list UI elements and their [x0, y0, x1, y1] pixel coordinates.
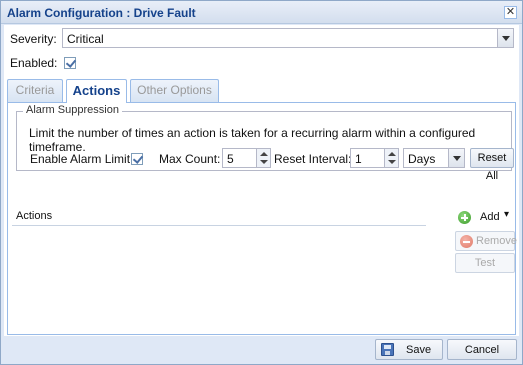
- reset-interval-stepper[interactable]: 1: [350, 148, 399, 168]
- actions-list-header: Actions: [12, 210, 426, 226]
- arrow-up-icon[interactable]: [260, 152, 268, 156]
- actions-header-label: Actions: [16, 210, 53, 222]
- arrow-down-icon[interactable]: [388, 160, 396, 164]
- enable-alarm-limit-label: Enable Alarm Limit:: [30, 152, 134, 166]
- save-icon: [381, 343, 394, 356]
- dialog-body: Severity: Critical Enabled: Criteria Act…: [4, 25, 519, 336]
- arrow-up-icon[interactable]: [388, 152, 396, 156]
- add-icon[interactable]: [458, 211, 471, 224]
- chevron-down-icon[interactable]: [448, 149, 464, 167]
- title-bar[interactable]: Alarm Configuration : Drive Fault ✕: [1, 1, 522, 24]
- tab-actions[interactable]: Actions: [66, 79, 127, 103]
- tab-strip: Criteria Actions Other Options: [7, 79, 516, 103]
- severity-select[interactable]: Critical: [62, 28, 514, 48]
- interval-unit-select[interactable]: Days: [403, 148, 465, 168]
- reset-interval-label: Reset Interval:: [274, 152, 352, 166]
- reset-interval-value: 1: [355, 152, 362, 166]
- max-count-label: Max Count:: [159, 152, 221, 166]
- severity-label: Severity:: [10, 32, 57, 46]
- save-button[interactable]: Save: [375, 339, 443, 360]
- enabled-checkbox[interactable]: [64, 57, 76, 69]
- reset-interval-arrows[interactable]: [384, 149, 398, 167]
- save-label: Save: [406, 344, 432, 356]
- chevron-down-icon[interactable]: [497, 29, 513, 47]
- cancel-button[interactable]: Cancel: [447, 339, 517, 360]
- alarm-suppression-legend: Alarm Suppression: [23, 104, 122, 116]
- arrow-down-icon[interactable]: [260, 160, 268, 164]
- severity-value: Critical: [67, 32, 104, 46]
- remove-label: Remove: [476, 235, 517, 247]
- reset-all-button[interactable]: Reset All: [470, 148, 514, 182]
- enable-alarm-limit-checkbox[interactable]: [131, 153, 143, 165]
- interval-unit-value: Days: [408, 152, 436, 166]
- add-button[interactable]: Add: [480, 211, 500, 223]
- remove-icon: [460, 235, 473, 248]
- actions-list[interactable]: [12, 227, 426, 327]
- tab-other-options[interactable]: Other Options: [130, 79, 219, 102]
- max-count-stepper[interactable]: 5: [222, 148, 271, 168]
- dialog-footer: Save Cancel: [1, 337, 522, 364]
- tab-criteria[interactable]: Criteria: [7, 79, 63, 102]
- enabled-label: Enabled:: [10, 56, 58, 70]
- actions-panel: Alarm Suppression Limit the number of ti…: [7, 103, 517, 335]
- remove-button[interactable]: Remove: [455, 231, 517, 251]
- max-count-arrows[interactable]: [256, 149, 270, 167]
- alarm-suppression-fieldset: Alarm Suppression Limit the number of ti…: [16, 104, 514, 182]
- test-button[interactable]: Test: [455, 253, 515, 273]
- alarm-configuration-dialog: Alarm Configuration : Drive Fault ✕ Seve…: [0, 0, 523, 365]
- max-count-value: 5: [227, 152, 234, 166]
- dialog-title: Alarm Configuration : Drive Fault: [7, 6, 196, 20]
- close-icon[interactable]: ✕: [504, 6, 517, 19]
- cancel-label: Cancel: [464, 344, 500, 356]
- add-dropdown-chevron-icon[interactable]: ▾: [504, 209, 509, 220]
